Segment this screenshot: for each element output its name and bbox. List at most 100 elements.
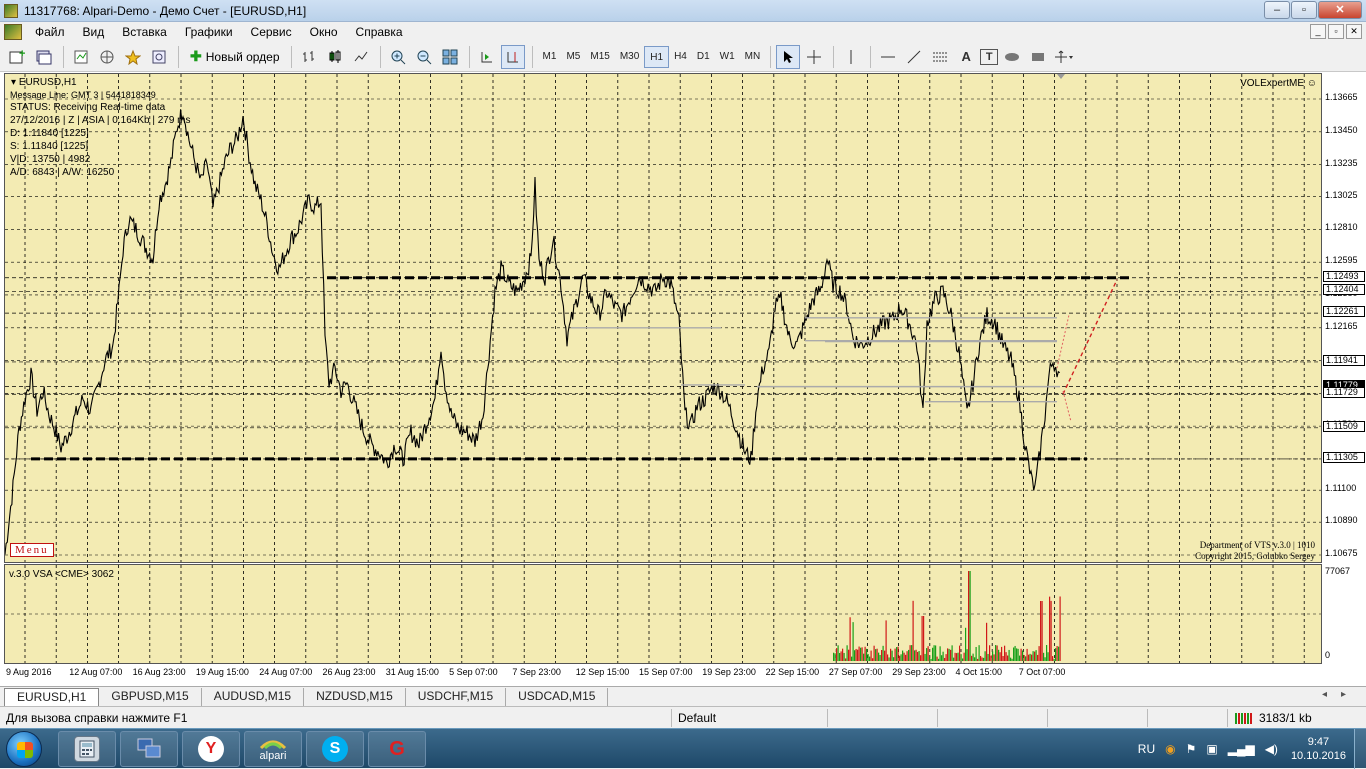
zoom-in-icon[interactable]: [386, 45, 410, 69]
timeframe-m30[interactable]: M30: [615, 46, 644, 68]
text-tool-icon[interactable]: A: [954, 45, 978, 69]
minimize-button[interactable]: –: [1264, 1, 1290, 19]
taskbar-calculator[interactable]: [58, 731, 116, 767]
ellipse-icon[interactable]: [1000, 45, 1024, 69]
child-window-icon[interactable]: [4, 24, 22, 40]
tab-usdchf-m15[interactable]: USDCHF,M15: [406, 688, 507, 706]
close-button[interactable]: ✕: [1318, 1, 1362, 19]
tab-usdcad-m15[interactable]: USDCAD,M15: [506, 688, 609, 706]
tray-app-icon[interactable]: ◉: [1165, 742, 1175, 756]
tab-eurusd-h1[interactable]: EURUSD,H1: [4, 688, 100, 706]
navigator-icon[interactable]: [95, 45, 119, 69]
menu-file[interactable]: Файл: [26, 22, 74, 42]
tester-icon[interactable]: [147, 45, 171, 69]
time-tick-label: 15 Sep 07:00: [639, 667, 693, 677]
mdi-restore-button[interactable]: ▫: [1328, 24, 1344, 39]
menu-view[interactable]: Вид: [74, 22, 114, 42]
cursor-icon[interactable]: [776, 44, 801, 69]
volume-indicator[interactable]: v.3.0 VSA <CME> 3062: [4, 564, 1322, 664]
volume-bar: [926, 648, 928, 661]
new-order-button[interactable]: ✚ Новый ордер: [184, 45, 286, 69]
auto-scroll-icon[interactable]: [475, 45, 499, 69]
volume-bar: [1032, 651, 1034, 661]
tab-nzdusd-m15[interactable]: NZDUSD,M15: [304, 688, 406, 706]
favorites-icon[interactable]: [121, 45, 145, 69]
horizontal-line-icon[interactable]: [876, 45, 900, 69]
start-button[interactable]: [6, 731, 42, 767]
mdi-close-button[interactable]: ✕: [1346, 24, 1362, 39]
taskbar-network[interactable]: [120, 731, 178, 767]
windows-logo-icon: [17, 742, 33, 758]
status-traffic[interactable]: 3183/1 kb: [1228, 709, 1318, 727]
device-icon[interactable]: ▣: [1206, 742, 1217, 756]
taskbar-skype[interactable]: S: [306, 731, 364, 767]
chart-shift-marker[interactable]: [1057, 74, 1065, 79]
text-label-icon[interactable]: T: [980, 48, 999, 65]
rectangle-icon[interactable]: [1026, 45, 1050, 69]
flag-icon[interactable]: ⚑: [1186, 742, 1197, 756]
volume-bar: [945, 654, 947, 661]
tab-audusd-m15[interactable]: AUDUSD,M15: [202, 688, 305, 706]
new-chart-icon[interactable]: +: [6, 45, 30, 69]
mdi-minimize-button[interactable]: _: [1310, 24, 1326, 39]
candle-chart-icon[interactable]: [323, 45, 347, 69]
arrows-tool-icon[interactable]: [1052, 45, 1076, 69]
alpari-icon: [259, 740, 287, 750]
svg-text:+: +: [19, 49, 25, 60]
volume-bar: [840, 651, 842, 661]
time-tick-label: 9 Aug 2016: [6, 667, 52, 677]
indicator-axis-bottom: 0: [1325, 650, 1331, 660]
taskbar-alpari[interactable]: alpari: [244, 731, 302, 767]
maximize-button[interactable]: ▫: [1291, 1, 1317, 19]
bar-chart-icon[interactable]: [297, 45, 321, 69]
menu-help[interactable]: Справка: [347, 22, 412, 42]
clock[interactable]: 9:47 10.10.2016: [1291, 735, 1346, 763]
profiles-icon[interactable]: [32, 45, 56, 69]
menu-tools[interactable]: Сервис: [242, 22, 301, 42]
crosshair-icon[interactable]: [802, 45, 826, 69]
volume-bar: [957, 652, 959, 661]
price-chart-canvas: [5, 74, 1321, 562]
indicator-label: v.3.0 VSA <CME> 3062: [9, 569, 114, 580]
timeframe-m5[interactable]: M5: [561, 46, 585, 68]
tab-gbpusd-m15[interactable]: GBPUSD,M15: [99, 688, 202, 706]
market-watch-icon[interactable]: [69, 45, 93, 69]
taskbar-yandex[interactable]: Y: [182, 731, 240, 767]
volume-bar: [1053, 658, 1055, 661]
timeframe-mn[interactable]: MN: [740, 46, 766, 68]
volume-bar: [902, 650, 904, 661]
chart-shift-icon[interactable]: [500, 44, 525, 69]
timeframe-m15[interactable]: M15: [585, 46, 614, 68]
show-desktop-button[interactable]: [1354, 729, 1366, 769]
volume-bar: [879, 654, 881, 661]
timeframe-w1[interactable]: W1: [715, 46, 740, 68]
expert-menu-button[interactable]: Menu: [10, 543, 54, 557]
menu-window[interactable]: Окно: [301, 22, 347, 42]
volume-bar: [1026, 648, 1028, 661]
timeframe-m1[interactable]: M1: [538, 46, 562, 68]
volume-icon[interactable]: ◀): [1265, 742, 1278, 756]
menu-insert[interactable]: Вставка: [113, 22, 176, 42]
taskbar-g-app[interactable]: G: [368, 731, 426, 767]
menu-charts[interactable]: Графики: [176, 22, 242, 42]
language-indicator[interactable]: RU: [1138, 742, 1155, 756]
volume-bar: [914, 650, 916, 661]
channel-icon[interactable]: [928, 45, 952, 69]
line-chart-icon[interactable]: [349, 45, 373, 69]
forecast-line-up[interactable]: [1062, 279, 1118, 395]
signal-icon[interactable]: ▂▄▆: [1228, 742, 1255, 756]
price-chart[interactable]: ▾ EURUSD,H1 Message Line: GMT 3 | 544181…: [4, 73, 1322, 563]
volume-bar: [885, 620, 887, 661]
timeframe-d1[interactable]: D1: [692, 46, 715, 68]
zoom-out-icon[interactable]: [412, 45, 436, 69]
price-tick-label: 1.10890: [1325, 515, 1358, 526]
tile-windows-icon[interactable]: [438, 45, 462, 69]
volume-bar: [972, 653, 974, 661]
trendline-icon[interactable]: [902, 45, 926, 69]
timeframe-h4[interactable]: H4: [669, 46, 692, 68]
volume-bar: [974, 657, 976, 661]
tab-scroll-arrows[interactable]: ◂▸: [1322, 689, 1360, 700]
timeframe-h1[interactable]: H1: [644, 45, 670, 68]
volume-bar: [1008, 649, 1010, 661]
vertical-line-icon[interactable]: [839, 45, 863, 69]
